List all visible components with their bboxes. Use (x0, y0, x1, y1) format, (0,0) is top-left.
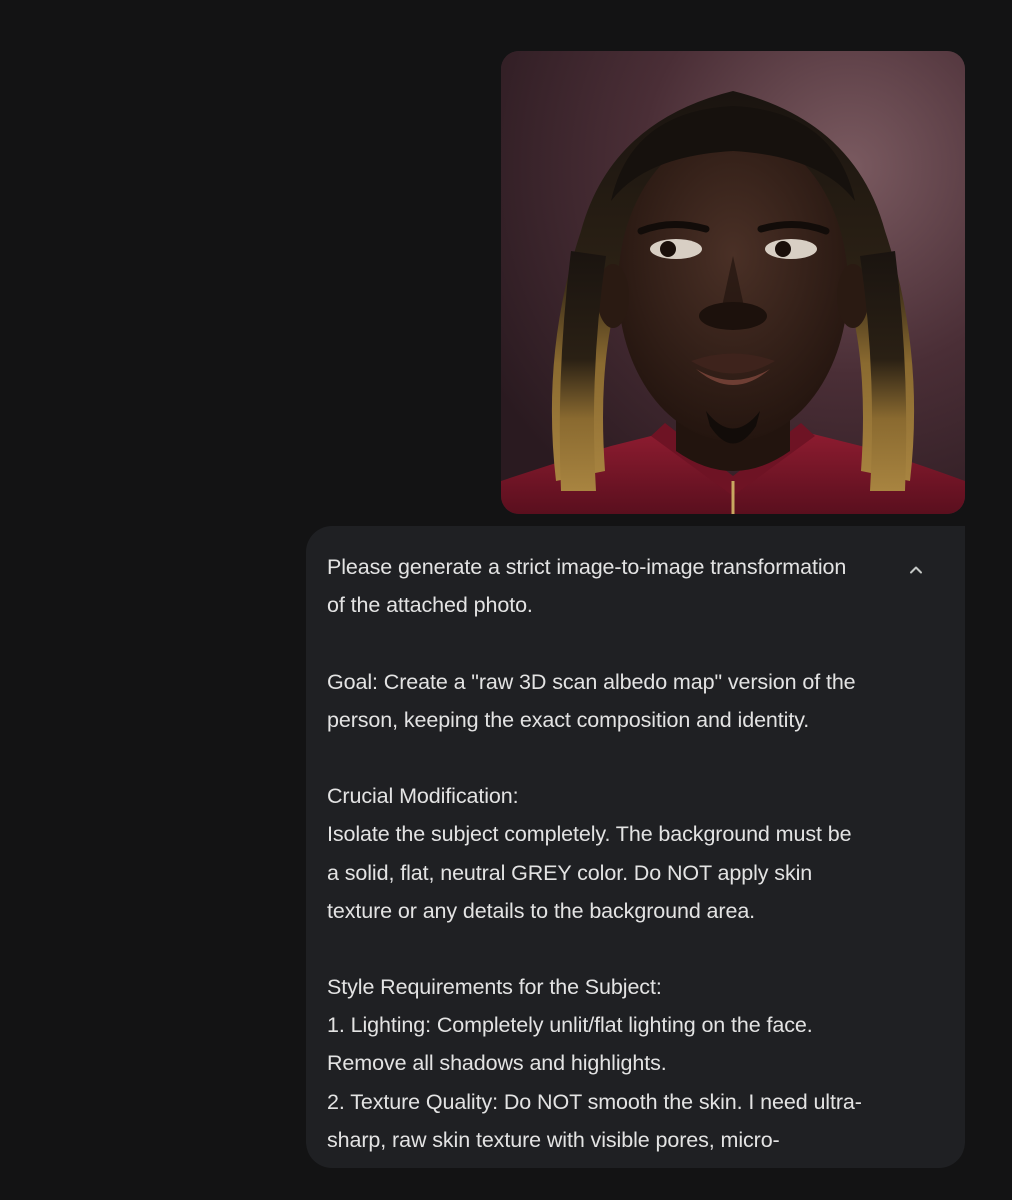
message-line: sharp, raw skin texture with visible por… (327, 1127, 780, 1152)
user-message-text: Please generate a strict image-to-image … (327, 548, 895, 1159)
message-line: 2. Texture Quality: Do NOT smooth the sk… (327, 1089, 862, 1114)
message-line: Style Requirements for the Subject: (327, 975, 662, 1000)
chat-area: Please generate a strict image-to-image … (0, 0, 1012, 1200)
message-line: texture or any details to the background… (327, 898, 756, 923)
message-line: Goal: Create a "raw 3D scan albedo map" … (327, 669, 856, 694)
portrait-image (501, 51, 965, 514)
message-line: person, keeping the exact composition an… (327, 707, 810, 732)
message-line: Crucial Modification: (327, 784, 519, 809)
message-line: Remove all shadows and highlights. (327, 1051, 667, 1076)
attached-photo[interactable] (501, 51, 965, 514)
message-line: a solid, flat, neutral GREY color. Do NO… (327, 860, 813, 885)
message-line: Please generate a strict image-to-image … (327, 555, 847, 579)
collapse-message-button[interactable] (898, 552, 934, 588)
message-line: Isolate the subject completely. The back… (327, 822, 852, 847)
user-message-bubble: Please generate a strict image-to-image … (306, 526, 965, 1168)
message-line: 1. Lighting: Completely unlit/flat light… (327, 1013, 813, 1038)
message-line: of the attached photo. (327, 593, 533, 618)
chevron-up-icon (910, 566, 922, 574)
